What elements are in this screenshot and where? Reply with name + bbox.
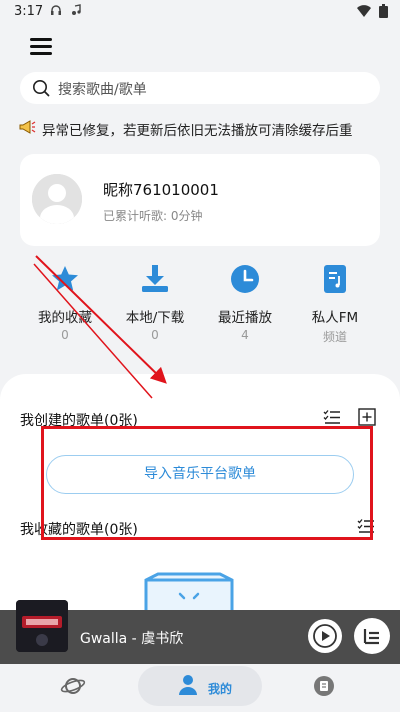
album-cover-image <box>16 600 68 652</box>
user-icon <box>179 675 197 695</box>
play-icon <box>313 624 337 648</box>
album-art[interactable] <box>16 600 68 652</box>
planet-icon[interactable] <box>60 674 86 698</box>
nav-tab-mine-label: 我的 <box>208 682 233 696</box>
playlist-queue-button[interactable] <box>354 618 390 654</box>
nav-tab-mine[interactable] <box>138 666 262 706</box>
bookmark-book-icon[interactable] <box>313 675 335 697</box>
annotation-highlight-box <box>41 426 373 540</box>
play-button[interactable] <box>308 619 342 653</box>
song-title[interactable]: Gwalla - 虞书欣 <box>80 628 183 648</box>
queue-list-icon <box>363 629 379 645</box>
